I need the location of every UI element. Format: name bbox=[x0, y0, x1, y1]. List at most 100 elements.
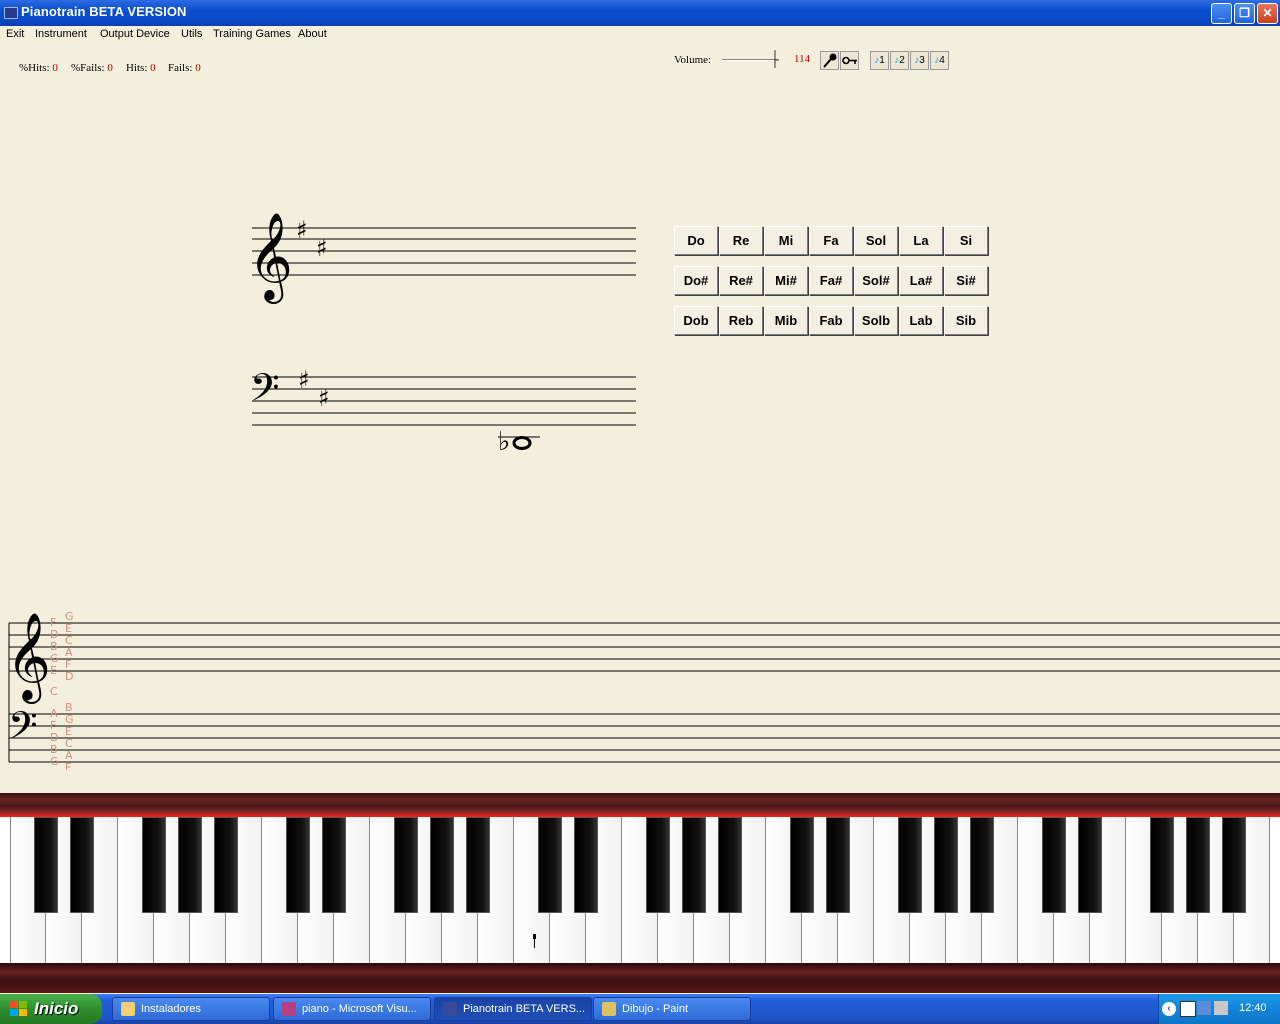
task-visual-studio[interactable]: piano - Microsoft Visu... bbox=[273, 997, 431, 1021]
volume-slider-track[interactable] bbox=[722, 59, 777, 61]
guide-letters: F D B G E G E C A F D C A F D B G B G E … bbox=[50, 610, 74, 770]
note-button-mi[interactable]: Mi bbox=[764, 226, 808, 255]
black-key[interactable] bbox=[394, 817, 418, 913]
volume-tray-icon[interactable] bbox=[1214, 1001, 1228, 1015]
note-button-re-sharp[interactable]: Re# bbox=[719, 266, 763, 295]
black-key[interactable] bbox=[718, 817, 742, 913]
note-button-sol[interactable]: Sol bbox=[854, 226, 898, 255]
pianotrain-icon bbox=[443, 1002, 457, 1016]
menu-instrument[interactable]: Instrument bbox=[35, 28, 87, 40]
black-key[interactable] bbox=[466, 817, 490, 913]
menu-output-device[interactable]: Output Device bbox=[100, 28, 170, 40]
note-button-si[interactable]: Si bbox=[944, 226, 988, 255]
black-key[interactable] bbox=[34, 817, 58, 913]
key-button[interactable] bbox=[840, 51, 859, 70]
piano-top-rail bbox=[0, 793, 1280, 817]
black-key[interactable] bbox=[790, 817, 814, 913]
middle-c-marker-icon bbox=[532, 934, 537, 948]
black-key[interactable] bbox=[322, 817, 346, 913]
note-button-re-flat[interactable]: Reb bbox=[719, 306, 763, 335]
black-key[interactable] bbox=[1150, 817, 1174, 913]
clock: 12:40 bbox=[1239, 1002, 1267, 1014]
note-button-si-flat[interactable]: Sib bbox=[944, 306, 988, 335]
menu-about[interactable]: About bbox=[298, 28, 327, 40]
black-key[interactable] bbox=[574, 817, 598, 913]
svg-text:G: G bbox=[50, 755, 59, 768]
black-key[interactable] bbox=[1078, 817, 1102, 913]
note-button-fa[interactable]: Fa bbox=[809, 226, 853, 255]
black-key[interactable] bbox=[898, 817, 922, 913]
folder-icon bbox=[121, 1002, 135, 1016]
language-icon[interactable] bbox=[1180, 1001, 1196, 1017]
note-button-la-sharp[interactable]: La# bbox=[899, 266, 943, 295]
hits-stat: Hits: 0 bbox=[126, 62, 156, 74]
note-button-re[interactable]: Re bbox=[719, 226, 763, 255]
bass-clef-icon: 𝄢 bbox=[8, 703, 38, 757]
black-key[interactable] bbox=[286, 817, 310, 913]
taskbar: Inicio Instaladores piano - Microsoft Vi… bbox=[0, 994, 1280, 1024]
note-button-la-flat[interactable]: Lab bbox=[899, 306, 943, 335]
black-key[interactable] bbox=[1222, 817, 1246, 913]
black-key[interactable] bbox=[646, 817, 670, 913]
mode-4-button[interactable]: ♪4 bbox=[930, 51, 949, 70]
black-key[interactable] bbox=[214, 817, 238, 913]
task-instaladores[interactable]: Instaladores bbox=[112, 997, 270, 1021]
black-key[interactable] bbox=[538, 817, 562, 913]
pct-fails-stat: %Fails: 0 bbox=[71, 62, 113, 74]
windows-logo-icon bbox=[10, 1001, 27, 1016]
volume-value: 114 bbox=[794, 53, 811, 65]
black-key[interactable] bbox=[142, 817, 166, 913]
note-button-sol-sharp[interactable]: Sol# bbox=[854, 266, 898, 295]
minimize-button[interactable]: _ bbox=[1211, 3, 1232, 24]
menu-bar: Exit Instrument Output Device Utils Trai… bbox=[0, 26, 1280, 45]
black-key[interactable] bbox=[1042, 817, 1066, 913]
menu-utils[interactable]: Utils bbox=[181, 28, 202, 40]
black-key[interactable] bbox=[178, 817, 202, 913]
menu-exit[interactable]: Exit bbox=[6, 28, 24, 40]
black-key[interactable] bbox=[682, 817, 706, 913]
black-key[interactable] bbox=[1186, 817, 1210, 913]
svg-text:C: C bbox=[50, 685, 58, 698]
black-key[interactable] bbox=[70, 817, 94, 913]
mode-1-button[interactable]: ♪1 bbox=[870, 51, 889, 70]
tray-expand-icon[interactable]: ‹ bbox=[1162, 1002, 1176, 1016]
black-key[interactable] bbox=[826, 817, 850, 913]
whole-note bbox=[512, 436, 532, 450]
note-button-do-sharp[interactable]: Do# bbox=[674, 266, 718, 295]
note-button-sol-flat[interactable]: Solb bbox=[854, 306, 898, 335]
start-button[interactable]: Inicio bbox=[0, 994, 102, 1024]
note-button-mi-sharp[interactable]: Mi# bbox=[764, 266, 808, 295]
note-button-fa-flat[interactable]: Fab bbox=[809, 306, 853, 335]
note-button-la[interactable]: La bbox=[899, 226, 943, 255]
note-button-do[interactable]: Do bbox=[674, 226, 718, 255]
piano-keyboard bbox=[0, 817, 1280, 965]
volume-label: Volume: bbox=[674, 54, 712, 66]
mode-3-button[interactable]: ♪3 bbox=[910, 51, 929, 70]
mode-2-button[interactable]: ♪2 bbox=[890, 51, 909, 70]
restore-button[interactable]: ❐ bbox=[1234, 3, 1255, 24]
black-key[interactable] bbox=[934, 817, 958, 913]
key-icon bbox=[842, 56, 857, 65]
task-pianotrain[interactable]: Pianotrain BETA VERS... bbox=[434, 997, 592, 1021]
treble-staff-lines bbox=[252, 227, 636, 276]
visual-studio-icon bbox=[282, 1002, 296, 1016]
svg-text:F: F bbox=[65, 761, 71, 770]
bass-clef-icon: 𝄢 bbox=[250, 365, 280, 419]
note-button-fa-sharp[interactable]: Fa# bbox=[809, 266, 853, 295]
volume-slider-thumb[interactable] bbox=[773, 50, 779, 70]
black-key[interactable] bbox=[430, 817, 454, 913]
menu-training-games[interactable]: Training Games bbox=[213, 28, 291, 40]
title-bar: Pianotrain BETA VERSION _ ❐ ✕ bbox=[0, 0, 1280, 26]
note-button-do-flat[interactable]: Dob bbox=[674, 306, 718, 335]
microphone-icon bbox=[823, 53, 837, 68]
microphone-button[interactable] bbox=[820, 51, 839, 70]
app-icon bbox=[4, 7, 18, 19]
fails-stat: Fails: 0 bbox=[168, 62, 201, 74]
close-button[interactable]: ✕ bbox=[1257, 3, 1278, 24]
black-key[interactable] bbox=[970, 817, 994, 913]
guide-grand-staff: 𝄞 𝄢 F D B G E G E C A F D C A F D B G B … bbox=[6, 610, 1280, 770]
note-button-mi-flat[interactable]: Mib bbox=[764, 306, 808, 335]
network-icon[interactable] bbox=[1197, 1001, 1211, 1015]
task-paint[interactable]: Dibujo - Paint bbox=[593, 997, 751, 1021]
note-button-si-sharp[interactable]: Si# bbox=[944, 266, 988, 295]
